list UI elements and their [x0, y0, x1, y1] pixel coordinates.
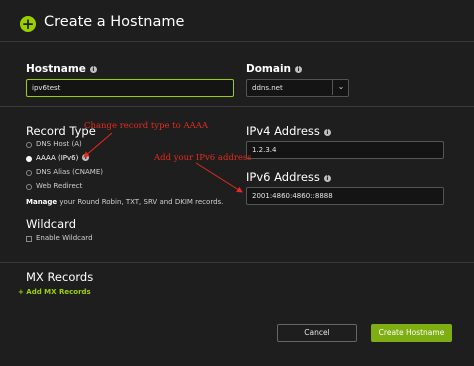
- enable-wildcard-checkbox[interactable]: [26, 236, 32, 242]
- annotation-arrows: [83, 132, 243, 193]
- add-mx-records-link[interactable]: + Add MX Records: [18, 288, 91, 296]
- wildcard-label-text: Wildcard: [26, 217, 77, 231]
- wildcard-label: Wildcard: [26, 217, 76, 231]
- mx-records-label: MX Records: [26, 270, 94, 284]
- ipv6-label-text: IPv6 Address: [246, 170, 320, 184]
- info-icon[interactable]: i: [323, 175, 331, 182]
- enable-wildcard-label: Enable Wildcard: [36, 234, 93, 242]
- cancel-button[interactable]: Cancel: [277, 324, 357, 342]
- ipv6-arrow: [195, 162, 243, 193]
- record-type-arrow: [83, 132, 113, 158]
- create-hostname-button[interactable]: Create Hostname: [371, 324, 452, 342]
- section-divider: [0, 262, 474, 263]
- ipv6-input[interactable]: 2001:4860:4860::8888: [246, 187, 444, 205]
- ipv6-label: IPv6 Address i: [246, 170, 331, 184]
